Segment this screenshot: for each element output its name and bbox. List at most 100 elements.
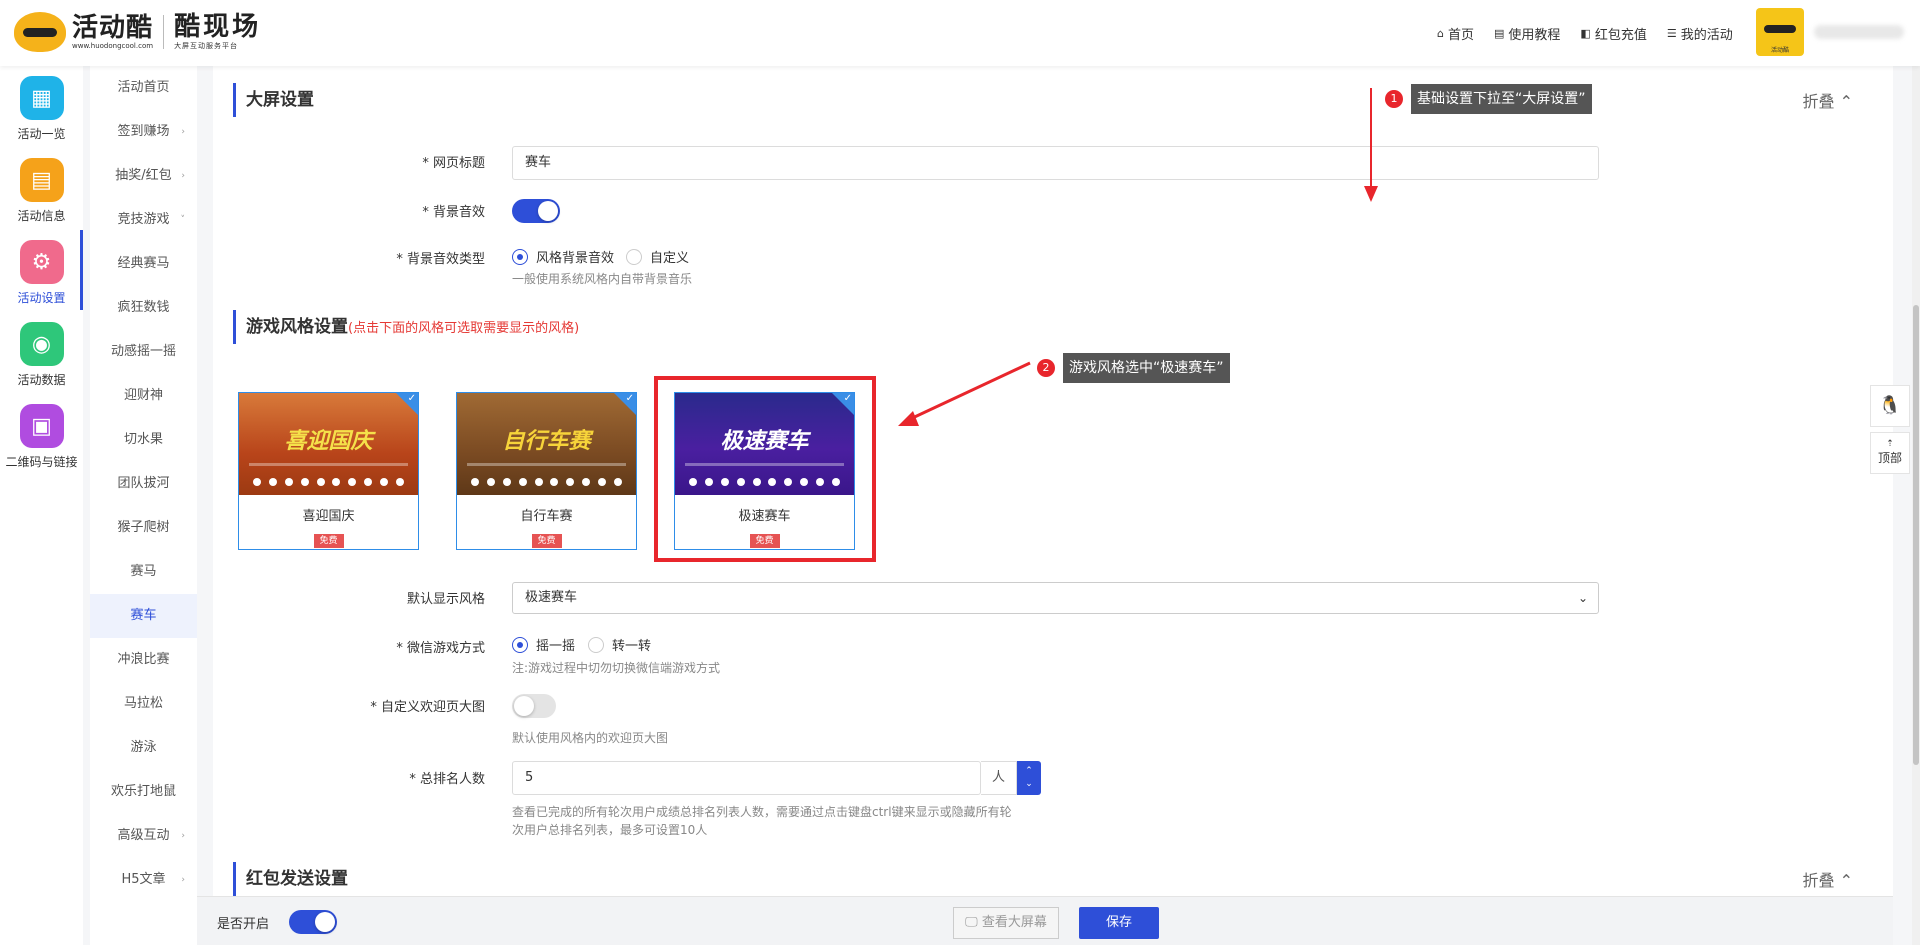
subnav-item[interactable]: 猴子爬树 [90, 506, 197, 550]
document-icon: ▤ [19, 158, 64, 202]
arrowhead-2 [898, 411, 919, 426]
custom-welcome-toggle[interactable] [512, 694, 556, 718]
enable-toggle[interactable] [289, 910, 337, 934]
radio-dot [512, 248, 528, 265]
sidebar-item-activity-info[interactable]: ▤ 活动信息 [0, 158, 83, 224]
section-title-red-packet: 红包发送设置 [233, 862, 348, 896]
logo-url: www.huodongcool.com [72, 42, 154, 50]
help-line: 查看已完成的所有轮次用户成绩总排名列表人数，需要通过点击键盘ctrl键来显示或隐… [512, 805, 1012, 819]
chevron-down-icon[interactable]: ⌄ [1025, 778, 1033, 791]
rank-count-label: * 总排名人数 [409, 772, 485, 787]
subnav-label: 赛马 [130, 564, 157, 579]
annotation-number-2: 2 [1037, 359, 1055, 377]
page-title-input[interactable]: 赛车 [512, 146, 1599, 180]
sidebar-item-activity-data[interactable]: ◉ 活动数据 [0, 322, 83, 388]
style-card-bicycle[interactable]: 自行车赛 ✓ 自行车赛 免费 [456, 392, 637, 550]
thumb-track [249, 463, 408, 466]
nav-tutorial[interactable]: ▤ 使用教程 [1494, 24, 1560, 43]
nav-recharge[interactable]: ◧ 红包充值 [1580, 24, 1646, 43]
subnav-item[interactable]: 团队拔河 [90, 462, 197, 506]
subnav-item[interactable]: 动感摇一摇 [90, 330, 197, 374]
arrow-up-icon: ⇡ [1886, 439, 1894, 449]
subnav-item[interactable]: 欢乐打地鼠 [90, 770, 197, 814]
subnav-item[interactable]: 活动首页 [90, 66, 197, 110]
subnav-item[interactable]: 疯狂数钱 [90, 286, 197, 330]
top-header: 活动酷 www.huodongcool.com 酷现场 大屏互动服务平台 ⌂ 首页… [0, 0, 1920, 66]
logo-cool-sub: 大屏互动服务平台 [174, 42, 239, 50]
free-badge: 免费 [313, 534, 344, 548]
subnav-item[interactable]: 赛车 [90, 594, 197, 638]
sidebar-item-activity-settings[interactable]: ⚙ 活动设置 [0, 240, 83, 306]
chevron-icon: › [181, 875, 185, 885]
username-blurred[interactable] [1814, 25, 1904, 39]
subnav-item[interactable]: 赛马 [90, 550, 197, 594]
radio-custom-sound[interactable]: 自定义 [626, 247, 689, 266]
subnav-item[interactable]: 马拉松 [90, 682, 197, 726]
thumb-dots [253, 478, 404, 486]
unit-label: 人 [981, 761, 1017, 795]
wechat-mode-label: * 微信游戏方式 [396, 641, 485, 656]
subnav-label: 动感摇一摇 [110, 344, 176, 359]
subnav-label: 经典赛马 [117, 256, 170, 271]
view-big-screen-button[interactable]: 🖵 查看大屏幕 [953, 907, 1059, 939]
qrcode-icon: ▣ [19, 404, 64, 448]
annotation-text-2: 游戏风格选中“极速赛车” [1063, 353, 1230, 383]
bg-sound-help: 一般使用系统风格内自带背景音乐 [512, 272, 693, 286]
subnav-item[interactable]: 迎财神 [90, 374, 197, 418]
chevron-icon: ˅ [180, 215, 186, 225]
subnav-item[interactable]: 切水果 [90, 418, 197, 462]
mascot-logo-icon [14, 12, 66, 52]
sidebar-item-label: 活动信息 [17, 209, 66, 223]
avatar[interactable]: 活动酷 [1756, 8, 1804, 56]
subnav-item[interactable]: 高级互动 › [90, 814, 197, 858]
subnav-label: 签到赚场 [117, 124, 170, 139]
subnav-item[interactable]: 经典赛马 [90, 242, 197, 286]
section-title: 红包发送设置 [246, 869, 348, 889]
collapse-big-screen-button[interactable]: 折叠 ⌃ [1803, 88, 1854, 112]
wechat-mode-help: 注:游戏过程中切勿切换微信端游戏方式 [512, 661, 721, 675]
enable-label: 是否开启 [217, 917, 270, 932]
subnav-item[interactable]: 抽奖/红包 › [90, 154, 197, 198]
sidebar-item-activity-overview[interactable]: ▦ 活动一览 [0, 76, 83, 142]
rank-count-input[interactable]: 5 [512, 761, 981, 795]
section-title: 游戏风格设置 [246, 317, 348, 337]
chevron-icon: › [181, 127, 185, 137]
grid-icon: ▦ [19, 76, 64, 120]
wallet-icon: ◧ [1580, 27, 1591, 40]
subnav-item[interactable]: 游泳 [90, 726, 197, 770]
help-line: 次用户总排名列表，最多可设置10人 [512, 823, 708, 837]
toggle-knob [538, 201, 558, 221]
subnav-item[interactable]: 竞技游戏 ˅ [90, 198, 197, 242]
qq-service-icon[interactable]: 🐧 [1870, 385, 1910, 427]
rank-count-input-group: 5 人 ⌃ ⌄ [512, 761, 1041, 795]
sidebar-item-label: 活动一览 [17, 127, 66, 141]
subnav-label: H5文章 [121, 872, 166, 887]
back-to-top-button[interactable]: ⇡ 顶部 [1870, 432, 1910, 474]
nav-home[interactable]: ⌂ 首页 [1437, 24, 1474, 43]
scrollbar-thumb[interactable] [1913, 305, 1919, 765]
free-badge: 免费 [531, 534, 562, 548]
radio-shake[interactable]: 摇一摇 [512, 635, 575, 654]
subnav-item[interactable]: 签到赚场 › [90, 110, 197, 154]
sidebar-item-qrcode[interactable]: ▣ 二维码与链接 [0, 404, 83, 470]
sidebar-item-label: 二维码与链接 [5, 455, 78, 469]
subnav-item[interactable]: 冲浪比赛 [90, 638, 197, 682]
subnav-label: 竞技游戏 [117, 212, 170, 227]
save-button[interactable]: 保存 [1079, 907, 1159, 939]
toggle-knob [315, 912, 335, 932]
number-stepper[interactable]: ⌃ ⌄ [1017, 761, 1041, 795]
bg-sound-toggle[interactable] [512, 199, 560, 223]
radio-dot [512, 636, 528, 653]
subnav-item[interactable]: H5文章 › [90, 858, 197, 902]
collapse-red-packet-button[interactable]: 折叠 ⌃ [1803, 867, 1854, 891]
logo[interactable]: 活动酷 www.huodongcool.com 酷现场 大屏互动服务平台 [14, 12, 261, 52]
nav-my-activities[interactable]: ☰ 我的活动 [1667, 24, 1733, 43]
style-card-national-day[interactable]: 喜迎国庆 ✓ 喜迎国庆 免费 [238, 392, 419, 550]
default-style-select[interactable]: 极速赛车 ⌄ [512, 582, 1599, 614]
select-value: 极速赛车 [525, 590, 578, 605]
chevron-up-icon[interactable]: ⌃ [1025, 765, 1033, 778]
radio-rotate[interactable]: 转一转 [588, 635, 651, 654]
nav-label: 我的活动 [1680, 28, 1733, 43]
radio-style-sound[interactable]: 风格背景音效 [512, 247, 614, 266]
subnav-label: 游泳 [130, 740, 157, 755]
